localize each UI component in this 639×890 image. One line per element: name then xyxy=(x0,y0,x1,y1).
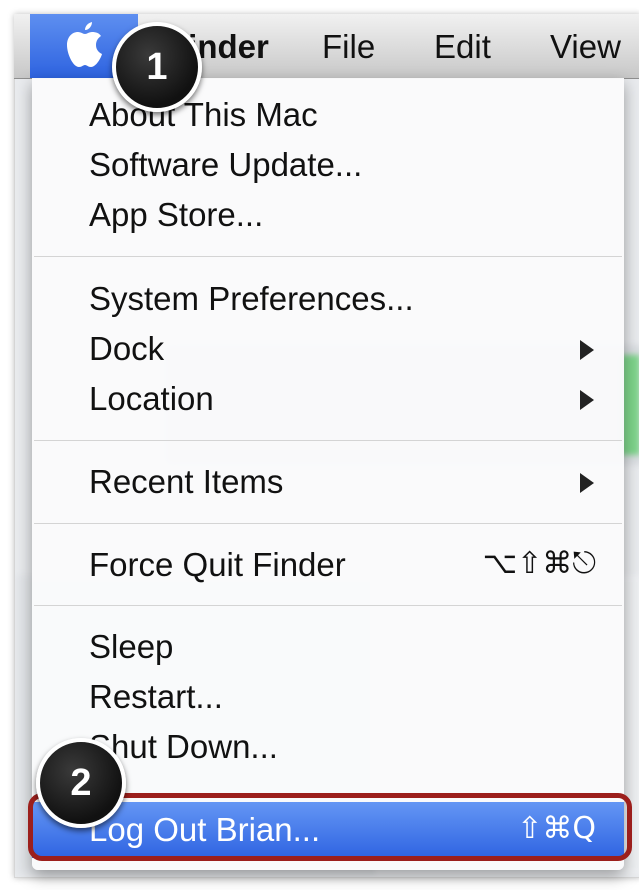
submenu-arrow-icon xyxy=(580,340,594,360)
menu-item-label: Location xyxy=(89,380,214,417)
menu-item-label: Restart... xyxy=(89,678,223,715)
menu-item-location[interactable]: Location xyxy=(32,374,624,424)
menu-item-label: Sleep xyxy=(89,628,174,665)
submenu-arrow-icon xyxy=(580,390,594,410)
menubar: Finder File Edit View xyxy=(14,14,639,79)
menu-item-label: App Store... xyxy=(89,196,264,233)
menu-item-label: System Preferences... xyxy=(89,280,414,317)
menu-item-label: Recent Items xyxy=(89,463,284,500)
menu-item-label: Dock xyxy=(89,330,165,367)
step-badge-2: 2 xyxy=(36,738,126,828)
menubar-file[interactable]: File xyxy=(322,28,375,66)
menu-item-label: Force Quit Finder xyxy=(89,546,346,583)
menu-item-label: Software Update... xyxy=(89,146,363,183)
apple-icon xyxy=(67,22,102,67)
menu-item-label: About This Mac xyxy=(89,96,318,133)
menu-item-dock[interactable]: Dock xyxy=(32,324,624,374)
menu-item-about-this-mac[interactable]: About This Mac xyxy=(32,90,624,140)
step-badge-1: 1 xyxy=(112,22,202,112)
force-quit-shortcut: ⌥⇧⌘⎋ xyxy=(482,546,596,581)
menu-item-sleep[interactable]: Sleep xyxy=(32,622,624,672)
submenu-arrow-icon xyxy=(580,473,594,493)
menu-separator xyxy=(34,440,622,441)
menu-item-software-update[interactable]: Software Update... xyxy=(32,140,624,190)
menu-item-app-store[interactable]: App Store... xyxy=(32,190,624,240)
menu-separator xyxy=(34,523,622,524)
menubar-edit[interactable]: Edit xyxy=(434,28,491,66)
menu-item-system-preferences[interactable]: System Preferences... xyxy=(32,274,624,324)
screenshot-frame: Finder File Edit View About This Mac Sof… xyxy=(0,0,639,890)
menu-separator xyxy=(34,256,622,257)
apple-dropdown-menu: About This Mac Software Update... App St… xyxy=(32,78,624,870)
menu-item-restart[interactable]: Restart... xyxy=(32,672,624,722)
menubar-view[interactable]: View xyxy=(550,28,621,66)
menu-item-recent-items[interactable]: Recent Items xyxy=(32,457,624,507)
menu-separator xyxy=(34,605,622,606)
menu-item-force-quit[interactable]: Force Quit Finder ⌥⇧⌘⎋ xyxy=(32,540,624,590)
